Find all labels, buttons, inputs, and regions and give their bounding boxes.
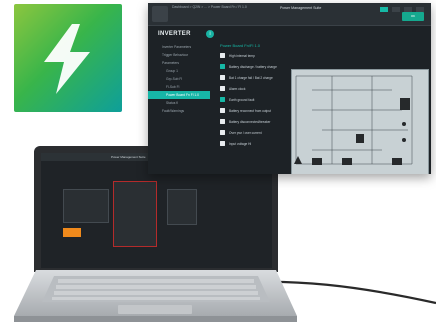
sidebar-item[interactable]: Fl-Sub Fl [148,83,210,91]
option-label: Battery reconnect from output [229,108,271,113]
option-row: Over pwr / over current [220,128,290,139]
title-bar: Dashboard > Q2IN > ... > Power Board Fn … [148,3,431,26]
laptop-orange-indicator [63,228,81,237]
option-label: Bat 1 charge fail / Bat 2 charge [229,75,273,80]
option-row: Battery disconnected/breaker [220,117,290,128]
option-label: High internal temp [229,53,255,58]
option-row: High internal temp [220,51,290,62]
sidebar-item[interactable]: Fault/Warnings [148,107,210,115]
menu-icon[interactable] [152,6,168,22]
lightning-bolt-icon [44,24,90,94]
option-checkbox[interactable] [220,64,225,69]
option-label: Earth ground fault [229,97,255,102]
option-row: Battery reconnect from output [220,106,290,117]
breadcrumb[interactable]: Dashboard > Q2IN > ... > Power Board Fn … [172,5,247,9]
sidebar-item[interactable]: Parameters [148,59,210,67]
info-icon[interactable]: i [206,30,214,38]
minimize-icon[interactable] [392,7,400,12]
option-checkbox[interactable] [220,141,225,146]
option-checkbox[interactable] [220,130,225,135]
option-list: High internal temp Battery discharge / ba… [220,51,290,150]
sidebar-item[interactable]: Trigger Behaviour [148,51,210,59]
option-label: Battery discharge / battery charge [229,64,277,69]
circuit-schematic [294,75,413,165]
sidebar-item[interactable]: Status fl [148,99,210,107]
content-title: Power Board Fn/Fl 1.0 [220,43,261,48]
app-window: Dashboard > Q2IN > ... > Power Board Fn … [148,3,431,174]
wiring-diagram [291,69,429,174]
option-row: Battery discharge / battery charge [220,62,290,73]
ok-button[interactable]: OK [402,12,424,21]
option-checkbox[interactable] [220,86,225,91]
laptop-base [14,270,297,322]
option-row: Alarm clock [220,84,290,95]
option-checkbox[interactable] [220,53,225,58]
option-row: Bat 1 charge fail / Bat 2 charge [220,73,290,84]
laptop-panel-center [113,181,157,247]
option-checkbox[interactable] [220,108,225,113]
sidebar: Inverter Parameters Trigger Behaviour Para… [148,43,210,174]
option-label: Battery disconnected/breaker [229,119,271,124]
window-title: Power Management Suite [280,6,322,10]
option-checkbox[interactable] [220,97,225,102]
option-label: Over pwr / over current [229,130,262,135]
sidebar-item[interactable]: Power Board Fn Fl 1.0 [148,91,210,99]
laptop-panel-left [63,189,109,223]
option-label: Alarm clock [229,86,246,91]
sidebar-item[interactable]: Inverter Parameters [148,43,210,51]
section-title: INVERTER [158,31,191,37]
laptop-app-title: Power Management Suite [111,155,146,159]
laptop-panel-right [167,189,197,225]
sidebar-item[interactable]: Group 1 [148,67,210,75]
option-label: Input voltage Hi [229,141,252,146]
app-logo [14,4,122,112]
status-icon[interactable] [380,7,388,12]
option-row: Earth ground fault [220,95,290,106]
sidebar-item[interactable]: Grp-Sub Fl [148,75,210,83]
option-checkbox[interactable] [220,75,225,80]
option-row: Input voltage Hi [220,139,290,150]
option-checkbox[interactable] [220,119,225,124]
